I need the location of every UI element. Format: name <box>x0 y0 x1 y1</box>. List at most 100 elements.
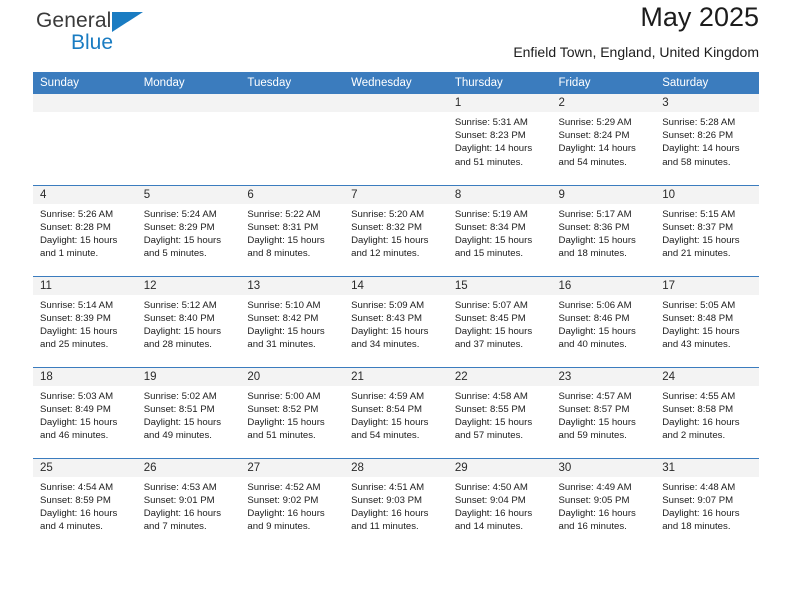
calendar-day-cell[interactable]: 17 Sunrise: 5:05 AM Sunset: 8:48 PM Dayligh… <box>655 275 759 367</box>
day-number <box>240 94 345 112</box>
calendar-day-cell[interactable]: 14 Sunrise: 5:09 AM Sunset: 8:43 PM Dayligh… <box>344 275 448 367</box>
calendar-day-cell[interactable]: 21 Sunrise: 4:59 AM Sunset: 8:54 PM Dayligh… <box>344 366 448 458</box>
calendar-day-cell[interactable]: 3 Sunrise: 5:28 AM Sunset: 8:26 PM Daylight… <box>655 94 759 185</box>
calendar-day-cell[interactable]: 28 Sunrise: 4:51 AM Sunset: 9:03 PM Dayligh… <box>344 457 448 549</box>
calendar-day-cell[interactable]: 24 Sunrise: 4:55 AM Sunset: 8:58 PM Dayligh… <box>655 366 759 458</box>
calendar-day-cell[interactable]: 23 Sunrise: 4:57 AM Sunset: 8:57 PM Dayligh… <box>551 366 656 458</box>
daylight-text-line2: and 5 minutes. <box>143 248 207 260</box>
sunset-text: Sunset: 8:52 PM <box>247 403 319 415</box>
daylight-text-line1: Daylight: 16 hours <box>143 507 222 519</box>
sunset-text: Sunset: 8:24 PM <box>558 130 630 142</box>
daylight-text-line1: Daylight: 15 hours <box>454 416 533 428</box>
daylight-text-line2: and 7 minutes. <box>143 521 207 533</box>
day-details: Sunrise: 4:54 AM Sunset: 8:59 PM Daylight:… <box>33 477 137 534</box>
sunrise-text: Sunrise: 5:15 AM <box>662 208 736 220</box>
calendar-day-cell[interactable]: 25 Sunrise: 4:54 AM Sunset: 8:59 PM Dayligh… <box>33 457 137 549</box>
calendar-day-cell[interactable]: 22 Sunrise: 4:58 AM Sunset: 8:55 PM Dayligh… <box>447 366 552 458</box>
daylight-text-line2: and 43 minutes. <box>662 339 731 351</box>
daylight-text-line2: and 2 minutes. <box>662 430 726 442</box>
sunset-text: Sunset: 8:31 PM <box>247 221 319 233</box>
calendar-day-cell[interactable]: 6 Sunrise: 5:22 AM Sunset: 8:31 PM Daylight… <box>240 184 345 276</box>
calendar-day-cell[interactable]: 20 Sunrise: 5:00 AM Sunset: 8:52 PM Dayligh… <box>240 366 345 458</box>
calendar-day-cell[interactable]: 1 Sunrise: 5:31 AM Sunset: 8:23 PM Daylight… <box>447 94 552 185</box>
day-number: 25 <box>33 458 137 477</box>
day-details: Sunrise: 5:17 AM Sunset: 8:36 PM Daylight:… <box>552 204 656 261</box>
weekday-header-monday: Monday <box>136 72 241 94</box>
sunset-text: Sunset: 8:42 PM <box>247 312 319 324</box>
day-number <box>136 94 241 112</box>
calendar-day-cell[interactable]: 5 Sunrise: 5:24 AM Sunset: 8:29 PM Daylight… <box>136 184 241 276</box>
calendar-day-cell[interactable]: 27 Sunrise: 4:52 AM Sunset: 9:02 PM Dayligh… <box>240 457 345 549</box>
daylight-text-line1: Daylight: 15 hours <box>662 325 740 337</box>
daylight-text-line1: Daylight: 15 hours <box>143 416 222 428</box>
day-details: Sunrise: 4:52 AM Sunset: 9:02 PM Daylight:… <box>240 477 344 534</box>
calendar-day-cell[interactable]: 16 Sunrise: 5:06 AM Sunset: 8:46 PM Dayligh… <box>551 275 656 367</box>
day-details: Sunrise: 4:53 AM Sunset: 9:01 PM Daylight:… <box>137 477 241 534</box>
day-number <box>33 94 137 112</box>
calendar-day-cell[interactable]: 31 Sunrise: 4:48 AM Sunset: 9:07 PM Dayligh… <box>655 457 759 549</box>
day-number: 10 <box>655 185 759 204</box>
daylight-text-line1: Daylight: 15 hours <box>143 234 222 246</box>
calendar-day-cell[interactable]: 13 Sunrise: 5:10 AM Sunset: 8:42 PM Dayligh… <box>240 275 345 367</box>
daylight-text-line1: Daylight: 15 hours <box>351 416 429 428</box>
day-details: Sunrise: 4:48 AM Sunset: 9:07 PM Daylight:… <box>655 477 759 534</box>
daylight-text-line1: Daylight: 15 hours <box>351 325 429 337</box>
day-number: 8 <box>447 185 552 204</box>
sunset-text: Sunset: 8:37 PM <box>662 221 734 233</box>
sunset-text: Sunset: 8:57 PM <box>558 403 630 415</box>
calendar-day-cell[interactable]: 18 Sunrise: 5:03 AM Sunset: 8:49 PM Dayligh… <box>33 366 137 458</box>
calendar-day-cell[interactable]: 8 Sunrise: 5:19 AM Sunset: 8:34 PM Daylight… <box>447 184 552 276</box>
calendar-day-cell[interactable]: 9 Sunrise: 5:17 AM Sunset: 8:36 PM Daylight… <box>551 184 656 276</box>
sunrise-text: Sunrise: 4:50 AM <box>454 481 528 493</box>
calendar-grid: Sunday Monday Tuesday Wednesday Thursday… <box>33 72 759 549</box>
day-number: 3 <box>655 94 759 112</box>
daylight-text-line2: and 51 minutes. <box>454 156 524 168</box>
calendar-day-cell[interactable]: 19 Sunrise: 5:02 AM Sunset: 8:51 PM Dayligh… <box>136 366 241 458</box>
daylight-text-line2: and 4 minutes. <box>40 521 103 533</box>
sunset-text: Sunset: 8:28 PM <box>40 221 111 233</box>
calendar-day-cell[interactable]: 15 Sunrise: 5:07 AM Sunset: 8:45 PM Dayligh… <box>447 275 552 367</box>
day-details: Sunrise: 4:57 AM Sunset: 8:57 PM Daylight:… <box>552 386 656 443</box>
day-number: 31 <box>655 458 759 477</box>
daylight-text-line2: and 54 minutes. <box>351 430 420 442</box>
daylight-text-line2: and 1 minute. <box>40 248 99 260</box>
day-details: Sunrise: 5:14 AM Sunset: 8:39 PM Daylight:… <box>33 295 137 352</box>
general-blue-logo[interactable]: General Blue <box>36 10 143 53</box>
calendar-day-cell[interactable]: 11 Sunrise: 5:14 AM Sunset: 8:39 PM Dayligh… <box>33 275 137 367</box>
sunrise-text: Sunrise: 5:00 AM <box>247 390 321 402</box>
daylight-text-line1: Daylight: 16 hours <box>247 507 325 519</box>
daylight-text-line2: and 46 minutes. <box>40 430 109 442</box>
sunset-text: Sunset: 8:39 PM <box>40 312 111 324</box>
sunrise-text: Sunrise: 5:07 AM <box>454 299 528 311</box>
day-number: 16 <box>551 276 656 295</box>
calendar-week-row: 25 Sunrise: 4:54 AM Sunset: 8:59 PM Dayligh… <box>33 457 759 549</box>
day-details: Sunrise: 5:07 AM Sunset: 8:45 PM Daylight:… <box>448 295 552 352</box>
calendar-day-cell[interactable]: 7 Sunrise: 5:20 AM Sunset: 8:32 PM Daylight… <box>344 184 448 276</box>
calendar-head: Sunday Monday Tuesday Wednesday Thursday… <box>33 72 759 94</box>
sunset-text: Sunset: 8:29 PM <box>143 221 215 233</box>
daylight-text-line2: and 15 minutes. <box>454 248 524 260</box>
sunrise-text: Sunrise: 4:53 AM <box>143 481 217 493</box>
daylight-text-line2: and 21 minutes. <box>662 248 731 260</box>
calendar-day-cell[interactable]: 29 Sunrise: 4:50 AM Sunset: 9:04 PM Dayligh… <box>447 457 552 549</box>
daylight-text-line1: Daylight: 16 hours <box>662 416 740 428</box>
calendar-day-cell[interactable]: 4 Sunrise: 5:26 AM Sunset: 8:28 PM Daylight… <box>33 184 137 276</box>
day-number: 29 <box>447 458 552 477</box>
day-number: 4 <box>33 185 137 204</box>
calendar-day-cell-empty <box>136 94 241 185</box>
daylight-text-line1: Daylight: 16 hours <box>558 507 636 519</box>
calendar-day-cell[interactable]: 30 Sunrise: 4:49 AM Sunset: 9:05 PM Dayligh… <box>551 457 656 549</box>
daylight-text-line2: and 16 minutes. <box>558 521 627 533</box>
calendar-day-cell[interactable]: 2 Sunrise: 5:29 AM Sunset: 8:24 PM Daylight… <box>551 94 656 185</box>
day-details: Sunrise: 5:29 AM Sunset: 8:24 PM Daylight:… <box>552 112 656 169</box>
calendar-day-cell[interactable]: 26 Sunrise: 4:53 AM Sunset: 9:01 PM Dayligh… <box>136 457 241 549</box>
day-number: 23 <box>551 367 656 386</box>
sunrise-text: Sunrise: 4:51 AM <box>351 481 425 493</box>
calendar-day-cell[interactable]: 10 Sunrise: 5:15 AM Sunset: 8:37 PM Dayligh… <box>655 184 759 276</box>
daylight-text-line1: Daylight: 15 hours <box>143 325 222 337</box>
calendar-day-cell[interactable]: 12 Sunrise: 5:12 AM Sunset: 8:40 PM Dayligh… <box>136 275 241 367</box>
daylight-text-line1: Daylight: 15 hours <box>454 325 533 337</box>
daylight-text-line2: and 58 minutes. <box>662 156 731 168</box>
sunrise-text: Sunrise: 4:48 AM <box>662 481 736 493</box>
daylight-text-line1: Daylight: 15 hours <box>40 416 118 428</box>
